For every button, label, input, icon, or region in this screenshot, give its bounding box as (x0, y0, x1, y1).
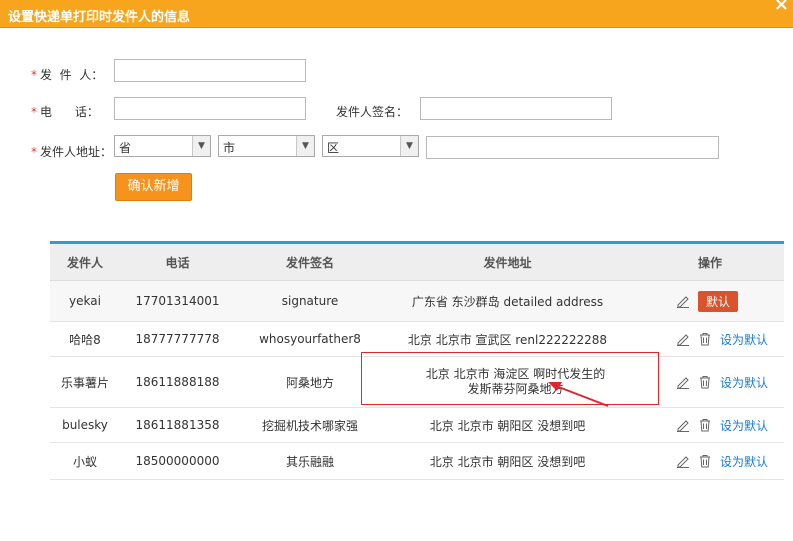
row-signature: whosyourfather8 (259, 332, 361, 346)
row-actions: 默认 (670, 281, 790, 321)
default-badge: 默认 (698, 290, 739, 312)
district-value: 区 (327, 141, 340, 155)
row-sender: yekai (69, 294, 101, 308)
address-label-text: 发件人地址： (40, 145, 113, 159)
close-icon[interactable]: × (774, 0, 789, 15)
chevron-down-icon: ▼ (296, 136, 314, 156)
row-phone: 18611888188 (135, 375, 220, 389)
province-select[interactable]: 省 ▼ (114, 135, 211, 157)
sender-input[interactable] (114, 59, 306, 82)
province-value: 省 (119, 141, 132, 155)
row-address: 北京 北京市 朝阳区 没想到吧 (429, 454, 586, 469)
address-label: * 发件人地址： (31, 143, 112, 160)
trash-icon[interactable] (698, 375, 712, 389)
set-default-link[interactable]: 设为默认 (720, 453, 768, 470)
sender-label: * 发 件 人： (31, 66, 103, 83)
trash-icon[interactable] (698, 418, 712, 432)
city-select[interactable]: 市 ▼ (218, 135, 315, 157)
row-actions: 设为默认 (670, 408, 790, 442)
phone-label-text: 电 话： (40, 105, 99, 119)
row-actions: 设为默认 (670, 443, 790, 479)
row-phone: 18777777778 (135, 332, 220, 346)
row-phone: 17701314001 (135, 294, 220, 308)
header-address: 发件地址 (483, 255, 532, 270)
header-actions: 操作 (697, 255, 722, 270)
add-sender-button[interactable]: 确认新增 (115, 173, 192, 201)
table-row: 小蚁 18500000000 其乐融融 北京 北京市 朝阳区 没想到吧 设为默认 (50, 443, 784, 480)
row-signature: 其乐融融 (285, 454, 334, 469)
city-value: 市 (223, 141, 236, 155)
annotation-highlight-box (361, 352, 659, 405)
phone-label: * 电 话： (31, 103, 99, 120)
row-sender: 乐事薯片 (60, 375, 109, 390)
edit-icon[interactable] (676, 294, 690, 308)
dialog-title: 设置快递单打印时发件人的信息 (8, 10, 191, 25)
edit-icon[interactable] (676, 375, 690, 389)
signature-label: 发件人签名： (336, 105, 409, 119)
chevron-down-icon: ▼ (400, 136, 418, 156)
table-row: bulesky 18611881358 挖掘机技术哪家强 北京 北京市 朝阳区 … (50, 408, 784, 443)
set-default-link[interactable]: 设为默认 (720, 374, 768, 391)
row-sender: 哈哈8 (69, 332, 101, 347)
edit-icon[interactable] (676, 418, 690, 432)
annotation-arrow-icon (548, 382, 609, 407)
row-sender: bulesky (62, 418, 108, 432)
trash-icon[interactable] (698, 332, 712, 346)
row-sender: 小蚁 (72, 454, 97, 469)
row-signature: signature (281, 294, 339, 308)
required-mark: * (31, 145, 37, 159)
required-mark: * (31, 105, 37, 119)
row-actions: 设为默认 (670, 322, 790, 356)
row-address: 北京 北京市 宣武区 renl222222288 (407, 332, 608, 347)
row-phone: 18500000000 (135, 454, 220, 468)
edit-icon[interactable] (676, 454, 690, 468)
set-default-link[interactable]: 设为默认 (720, 417, 768, 434)
edit-icon[interactable] (676, 332, 690, 346)
table-row: yekai 17701314001 signature 广东省 东沙群岛 det… (50, 281, 784, 322)
header-phone: 电话 (165, 255, 190, 270)
sender-label-text: 发 件 人： (40, 68, 104, 82)
row-address: 北京 北京市 朝阳区 没想到吧 (429, 418, 586, 433)
trash-icon[interactable] (698, 454, 712, 468)
row-address: 广东省 东沙群岛 detailed address (411, 294, 604, 309)
dialog-title-bar: 设置快递单打印时发件人的信息 × (0, 0, 793, 28)
table-header: 发件人 电话 发件签名 发件地址 操作 (50, 244, 784, 281)
header-sender: 发件人 (66, 255, 103, 270)
address-detail-input[interactable] (426, 136, 719, 159)
chevron-down-icon: ▼ (192, 136, 210, 156)
set-default-link[interactable]: 设为默认 (720, 331, 768, 348)
row-signature: 挖掘机技术哪家强 (261, 418, 358, 433)
phone-input[interactable] (114, 97, 306, 120)
row-phone: 18611881358 (135, 418, 220, 432)
row-actions: 设为默认 (670, 357, 790, 407)
required-mark: * (31, 68, 37, 82)
district-select[interactable]: 区 ▼ (322, 135, 419, 157)
signature-input[interactable] (420, 97, 612, 120)
header-signature: 发件签名 (285, 255, 334, 270)
